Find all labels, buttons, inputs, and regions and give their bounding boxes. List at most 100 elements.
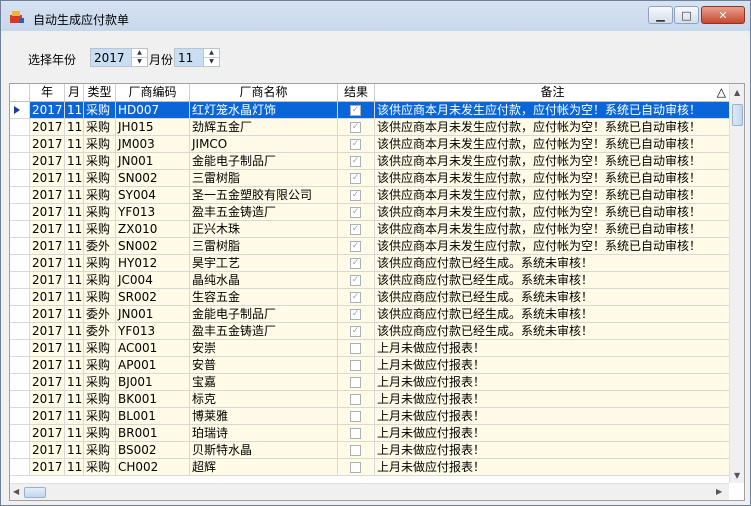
row-indicator[interactable] [10, 272, 30, 289]
cell-type[interactable]: 采购 [84, 136, 116, 153]
cell-code[interactable]: YF013 [116, 204, 190, 221]
minimize-button[interactable]: ▁ [648, 6, 673, 24]
row-indicator[interactable] [10, 340, 30, 357]
row-indicator[interactable] [10, 255, 30, 272]
cell-type[interactable]: 采购 [84, 459, 116, 476]
result-checkbox[interactable] [350, 377, 361, 388]
horizontal-scrollbar[interactable]: ◀ ▶ [10, 483, 729, 500]
result-checkbox[interactable]: ✓ [350, 292, 361, 303]
row-indicator[interactable] [10, 442, 30, 459]
table-row[interactable]: 2017 11 采购 BJ001 宝嘉 上月未做应付报表！ [10, 374, 730, 391]
cell-result[interactable] [338, 340, 375, 357]
result-checkbox[interactable]: ✓ [350, 275, 361, 286]
payable-grid[interactable]: 年 月 类型 厂商编码 厂商名称 结果 备注 △ 2017 11 采购 HD007 红灯… [9, 83, 745, 501]
cell-month[interactable]: 11 [65, 170, 84, 187]
header-vendor-code[interactable]: 厂商编码 [116, 84, 190, 101]
cell-result[interactable] [338, 442, 375, 459]
row-indicator[interactable] [10, 408, 30, 425]
cell-year[interactable]: 2017 [30, 153, 65, 170]
year-up-icon[interactable]: ▲ [132, 49, 147, 58]
cell-code[interactable]: SN002 [116, 238, 190, 255]
cell-month[interactable]: 11 [65, 442, 84, 459]
cell-name[interactable]: 珀瑞诗 [190, 425, 338, 442]
table-row[interactable]: 2017 11 委外 JN001 金能电子制品厂 ✓ 该供应商应付款已经生成。系统未审核！ [10, 306, 730, 323]
cell-month[interactable]: 11 [65, 153, 84, 170]
row-indicator[interactable] [10, 391, 30, 408]
header-note[interactable]: 备注 △ [375, 84, 730, 101]
table-row[interactable]: 2017 11 采购 BK001 标克 上月未做应付报表！ [10, 391, 730, 408]
cell-month[interactable]: 11 [65, 102, 84, 119]
cell-month[interactable]: 11 [65, 374, 84, 391]
table-row[interactable]: 2017 11 采购 SR002 生容五金 ✓ 该供应商应付款已经生成。系统未审核！ [10, 289, 730, 306]
month-value[interactable]: 11 [178, 51, 193, 65]
cell-name[interactable]: 劲辉五金厂 [190, 119, 338, 136]
row-indicator[interactable] [10, 459, 30, 476]
table-row[interactable]: 2017 11 采购 BS002 贝斯特水晶 上月未做应付报表！ [10, 442, 730, 459]
cell-type[interactable]: 委外 [84, 238, 116, 255]
table-row[interactable]: 2017 11 采购 CH002 超辉 上月未做应付报表！ [10, 459, 730, 476]
cell-year[interactable]: 2017 [30, 187, 65, 204]
cell-type[interactable]: 采购 [84, 408, 116, 425]
result-checkbox[interactable]: ✓ [350, 326, 361, 337]
cell-type[interactable]: 采购 [84, 187, 116, 204]
cell-note[interactable]: 该供应商本月未发生应付款，应付帐为空！系统已自动审核！ [375, 153, 730, 170]
row-indicator[interactable] [10, 204, 30, 221]
cell-code[interactable]: BJ001 [116, 374, 190, 391]
cell-result[interactable]: ✓ [338, 323, 375, 340]
month-spinner[interactable]: 11 ▲ ▼ [174, 48, 220, 67]
cell-note[interactable]: 该供应商应付款已经生成。系统未审核！ [375, 306, 730, 323]
cell-name[interactable]: 正兴木珠 [190, 221, 338, 238]
cell-code[interactable]: JH015 [116, 119, 190, 136]
row-indicator[interactable] [10, 153, 30, 170]
result-checkbox[interactable] [350, 462, 361, 473]
cell-note[interactable]: 上月未做应付报表！ [375, 442, 730, 459]
cell-code[interactable]: HY012 [116, 255, 190, 272]
cell-name[interactable]: 安崇 [190, 340, 338, 357]
cell-year[interactable]: 2017 [30, 408, 65, 425]
table-row[interactable]: 2017 11 采购 BR001 珀瑞诗 上月未做应付报表！ [10, 425, 730, 442]
cell-month[interactable]: 11 [65, 187, 84, 204]
cell-code[interactable]: HD007 [116, 102, 190, 119]
cell-note[interactable]: 该供应商应付款已经生成。系统未审核！ [375, 323, 730, 340]
cell-name[interactable]: 金能电子制品厂 [190, 153, 338, 170]
cell-result[interactable] [338, 357, 375, 374]
cell-month[interactable]: 11 [65, 238, 84, 255]
cell-type[interactable]: 委外 [84, 323, 116, 340]
cell-note[interactable]: 上月未做应付报表！ [375, 408, 730, 425]
table-row[interactable]: 2017 11 采购 AC001 安崇 上月未做应付报表！ [10, 340, 730, 357]
cell-year[interactable]: 2017 [30, 119, 65, 136]
cell-year[interactable]: 2017 [30, 306, 65, 323]
cell-note[interactable]: 上月未做应付报表！ [375, 391, 730, 408]
cell-month[interactable]: 11 [65, 459, 84, 476]
scroll-up-icon[interactable]: ▲ [734, 88, 740, 97]
cell-month[interactable]: 11 [65, 306, 84, 323]
cell-month[interactable]: 11 [65, 221, 84, 238]
cell-result[interactable]: ✓ [338, 153, 375, 170]
month-up-icon[interactable]: ▲ [204, 49, 219, 58]
cell-name[interactable]: JIMCO [190, 136, 338, 153]
title-bar[interactable]: 自动生成应付款单 ▁ □ ✕ [1, 1, 750, 31]
cell-note[interactable]: 该供应商本月未发生应付款，应付帐为空！系统已自动审核！ [375, 238, 730, 255]
result-checkbox[interactable]: ✓ [350, 224, 361, 235]
cell-name[interactable]: 盈丰五金铸造厂 [190, 204, 338, 221]
table-row[interactable]: 2017 11 委外 YF013 盈丰五金铸造厂 ✓ 该供应商应付款已经生成。系统未审核！ [10, 323, 730, 340]
result-checkbox[interactable]: ✓ [350, 190, 361, 201]
cell-name[interactable]: 宝嘉 [190, 374, 338, 391]
cell-result[interactable] [338, 425, 375, 442]
cell-result[interactable]: ✓ [338, 255, 375, 272]
result-checkbox[interactable]: ✓ [350, 139, 361, 150]
cell-year[interactable]: 2017 [30, 255, 65, 272]
cell-result[interactable] [338, 391, 375, 408]
scroll-right-icon[interactable]: ▶ [716, 487, 722, 496]
cell-month[interactable]: 11 [65, 272, 84, 289]
row-indicator[interactable] [10, 136, 30, 153]
cell-code[interactable]: BL001 [116, 408, 190, 425]
cell-code[interactable]: ZX010 [116, 221, 190, 238]
row-indicator[interactable] [10, 170, 30, 187]
cell-month[interactable]: 11 [65, 204, 84, 221]
cell-result[interactable] [338, 459, 375, 476]
cell-year[interactable]: 2017 [30, 289, 65, 306]
cell-name[interactable]: 超辉 [190, 459, 338, 476]
cell-year[interactable]: 2017 [30, 442, 65, 459]
year-value[interactable]: 2017 [94, 51, 125, 65]
